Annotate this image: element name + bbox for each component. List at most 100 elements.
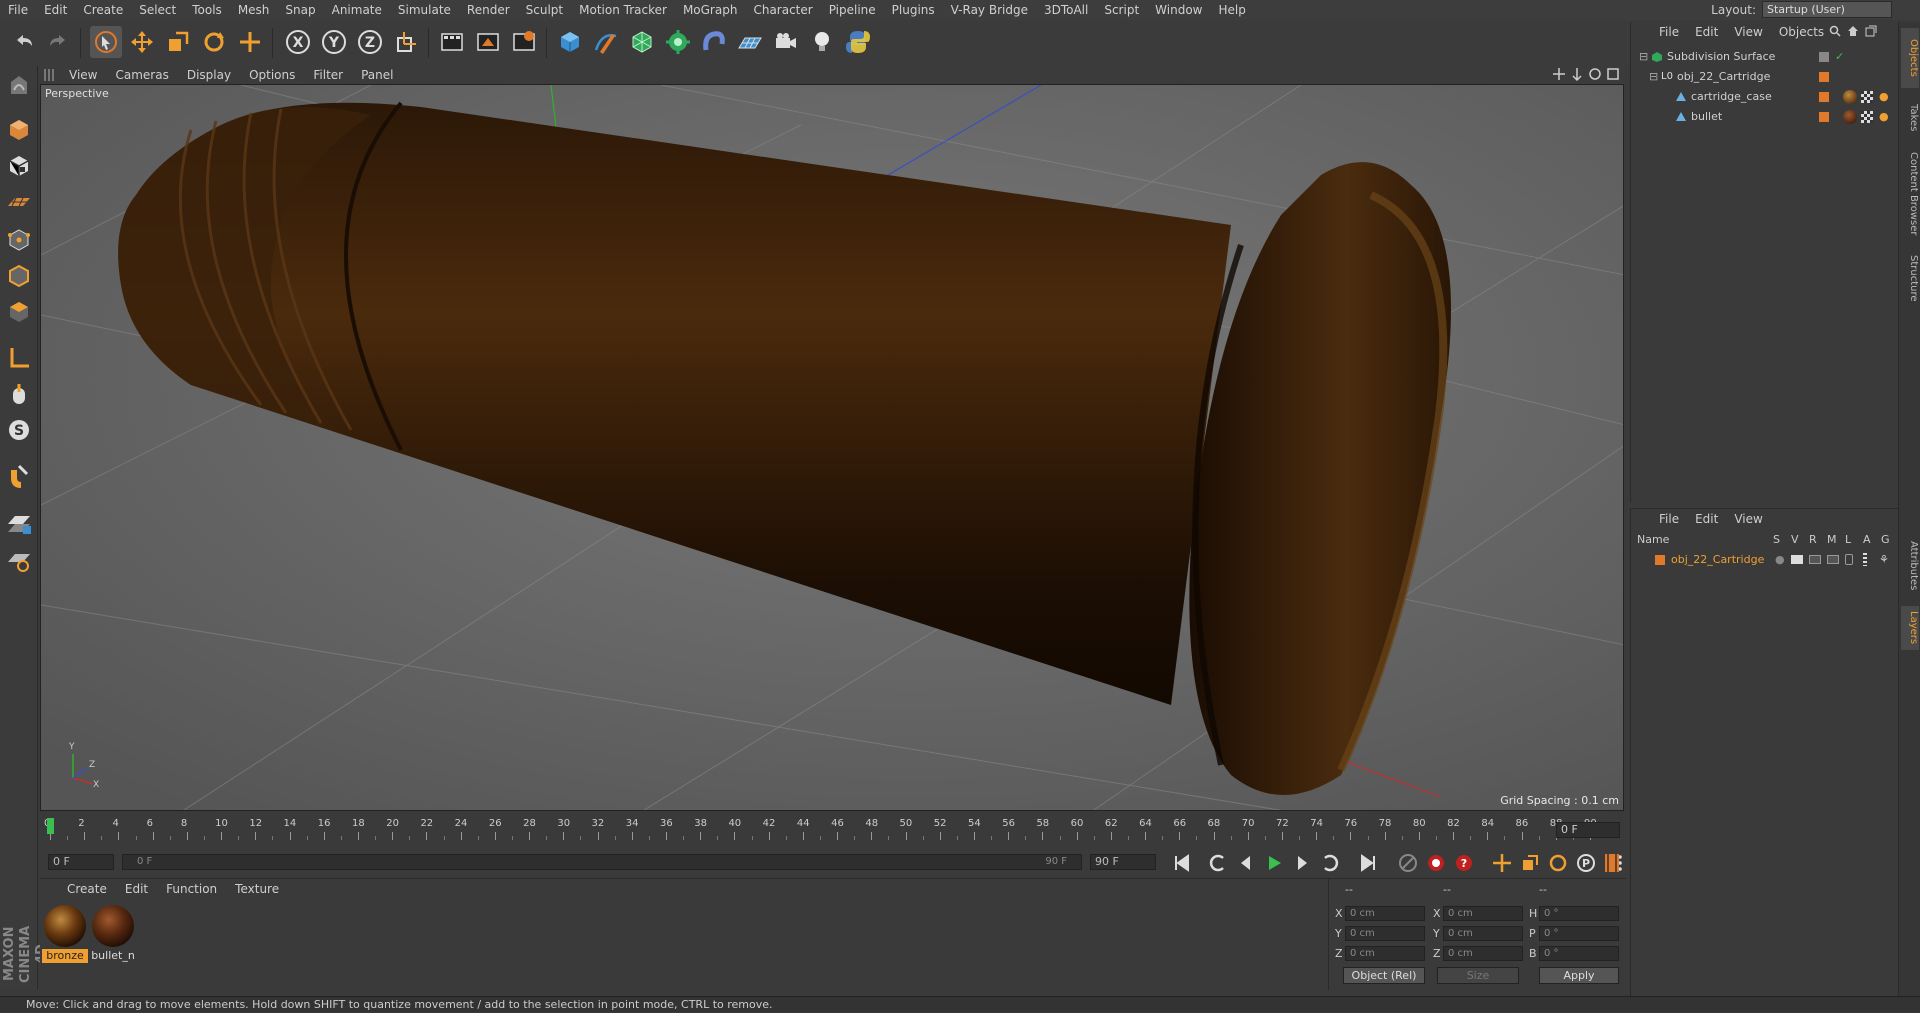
rot-p-field[interactable]: 0 °	[1539, 926, 1619, 941]
menu-vray-bridge[interactable]: V-Ray Bridge	[943, 0, 1036, 20]
lock-z-axis-icon[interactable]: Z	[354, 26, 386, 58]
object-menu-objects[interactable]: Objects	[1771, 25, 1832, 39]
live-selection-icon[interactable]	[90, 26, 122, 58]
pos-x-field[interactable]: 0 cm	[1345, 906, 1425, 921]
material-menu-create[interactable]: Create	[58, 882, 116, 896]
deformer-icon[interactable]	[698, 26, 730, 58]
new-view-icon[interactable]	[1865, 25, 1877, 37]
apply-button[interactable]: Apply	[1539, 967, 1619, 984]
timeline-ruler[interactable]: 0246810121416182022242628303234363840424…	[44, 818, 1597, 844]
menu-pipeline[interactable]: Pipeline	[821, 0, 884, 20]
object-row-obj-22-cartridge[interactable]: ⊟ L0 obj_22_Cartridge	[1631, 68, 1899, 86]
tab-takes[interactable]: Takes	[1901, 98, 1919, 138]
model-mode-icon[interactable]	[3, 114, 35, 146]
size-mode-select[interactable]: Size	[1437, 967, 1519, 984]
menu-select[interactable]: Select	[131, 0, 184, 20]
layer-menu-edit[interactable]: Edit	[1687, 512, 1726, 526]
coordinate-system-icon[interactable]	[390, 26, 422, 58]
record-active-icon[interactable]	[1424, 851, 1448, 875]
material-tag-icon[interactable]	[1843, 110, 1857, 124]
material-bronze[interactable]: bronze	[42, 903, 88, 963]
previous-frame-icon[interactable]	[1234, 851, 1258, 875]
object-row-bullet[interactable]: bullet ●	[1631, 108, 1899, 126]
viewport-menu-cameras[interactable]: Cameras	[106, 68, 177, 82]
object-menu-edit[interactable]: Edit	[1687, 25, 1726, 39]
undo-icon[interactable]	[8, 26, 40, 58]
floor-icon[interactable]	[734, 26, 766, 58]
home-icon[interactable]	[1847, 25, 1859, 37]
redo-icon[interactable]	[42, 26, 74, 58]
rot-b-field[interactable]: 0 °	[1539, 946, 1619, 961]
menu-mograph[interactable]: MoGraph	[675, 0, 746, 20]
workplane-icon[interactable]	[3, 186, 35, 218]
object-menu-file[interactable]: File	[1651, 25, 1687, 39]
lock-x-axis-icon[interactable]: X	[282, 26, 314, 58]
start-frame-field[interactable]: 0 F	[48, 854, 114, 870]
end-frame-field[interactable]: 90 F	[1090, 854, 1156, 870]
locked-workplane-icon[interactable]	[3, 508, 35, 540]
cloner-icon[interactable]	[662, 26, 694, 58]
camera-icon[interactable]	[770, 26, 802, 58]
lock-y-axis-icon[interactable]: Y	[318, 26, 350, 58]
autokey-icon[interactable]: ?	[1452, 851, 1476, 875]
material-tag-icon[interactable]	[1843, 90, 1857, 104]
object-menu-view[interactable]: View	[1726, 25, 1770, 39]
pen-spline-icon[interactable]	[590, 26, 622, 58]
python-script-icon[interactable]	[842, 26, 874, 58]
render-view-icon[interactable]	[436, 26, 468, 58]
menu-render[interactable]: Render	[459, 0, 518, 20]
pos-y-field[interactable]: 0 cm	[1345, 926, 1425, 941]
size-z-field[interactable]: 0 cm	[1443, 946, 1523, 961]
menu-animate[interactable]: Animate	[324, 0, 390, 20]
object-row-subdivision-surface[interactable]: ⊟ Subdivision Surface ✓	[1631, 48, 1899, 66]
viewport-menu-view[interactable]: View	[60, 68, 106, 82]
planar-workplane-icon[interactable]	[3, 544, 35, 576]
layer-generator-icon[interactable]: ⚘	[1879, 551, 1889, 569]
layer-visible-icon[interactable]	[1791, 555, 1803, 564]
tab-structure[interactable]: Structure	[1901, 248, 1919, 308]
layer-row[interactable]: obj_22_Cartridge ● ⚘	[1631, 551, 1899, 569]
light-icon[interactable]	[806, 26, 838, 58]
layer-manager-icon[interactable]	[1827, 555, 1839, 564]
size-y-field[interactable]: 0 cm	[1443, 926, 1523, 941]
material-menu-edit[interactable]: Edit	[116, 882, 157, 896]
go-to-end-icon[interactable]	[1356, 851, 1380, 875]
object-row-cartridge-case[interactable]: cartridge_case ●	[1631, 88, 1899, 106]
tab-content-browser[interactable]: Content Browser	[1901, 146, 1919, 242]
viewport-menu-display[interactable]: Display	[178, 68, 240, 82]
go-to-start-icon[interactable]	[1170, 851, 1194, 875]
tab-attributes[interactable]: Attributes	[1901, 532, 1919, 600]
record-disabled-icon[interactable]	[1396, 851, 1420, 875]
menu-script[interactable]: Script	[1096, 0, 1147, 20]
pos-z-field[interactable]: 0 cm	[1345, 946, 1425, 961]
material-menu-texture[interactable]: Texture	[226, 882, 288, 896]
material-bullet-n[interactable]: bullet_n	[90, 903, 136, 963]
key-parameter-icon[interactable]: P	[1574, 851, 1598, 875]
menu-file[interactable]: File	[0, 0, 36, 20]
points-mode-icon[interactable]	[3, 224, 35, 256]
layer-menu-file[interactable]: File	[1651, 512, 1687, 526]
viewport-menu-options[interactable]: Options	[240, 68, 304, 82]
timeline-settings-icon[interactable]	[1600, 851, 1624, 875]
texture-tag-icon[interactable]	[1861, 91, 1873, 103]
tab-layers[interactable]: Layers	[1901, 606, 1919, 650]
magnet-icon[interactable]	[3, 460, 35, 492]
timeline[interactable]: 0246810121416182022242628303234363840424…	[40, 812, 1626, 848]
render-settings-icon[interactable]	[508, 26, 540, 58]
phong-tag-icon[interactable]: ●	[1879, 88, 1889, 106]
menu-plugins[interactable]: Plugins	[884, 0, 943, 20]
render-picture-viewer-icon[interactable]	[472, 26, 504, 58]
menu-sculpt[interactable]: Sculpt	[518, 0, 571, 20]
cube-object-icon[interactable]	[554, 26, 586, 58]
previous-key-icon[interactable]	[1206, 851, 1230, 875]
subdivision-surface-icon[interactable]	[626, 26, 658, 58]
play-icon[interactable]	[1262, 851, 1286, 875]
material-menu-function[interactable]: Function	[157, 882, 226, 896]
menu-tools[interactable]: Tools	[184, 0, 230, 20]
pan-icon[interactable]	[1552, 67, 1566, 81]
viewport-menu-panel[interactable]: Panel	[352, 68, 402, 82]
next-key-icon[interactable]	[1318, 851, 1342, 875]
layer-solo-icon[interactable]: ●	[1775, 551, 1785, 569]
texture-tag-icon[interactable]	[1861, 111, 1873, 123]
coordinate-mode-select[interactable]: Object (Rel)	[1343, 967, 1425, 984]
